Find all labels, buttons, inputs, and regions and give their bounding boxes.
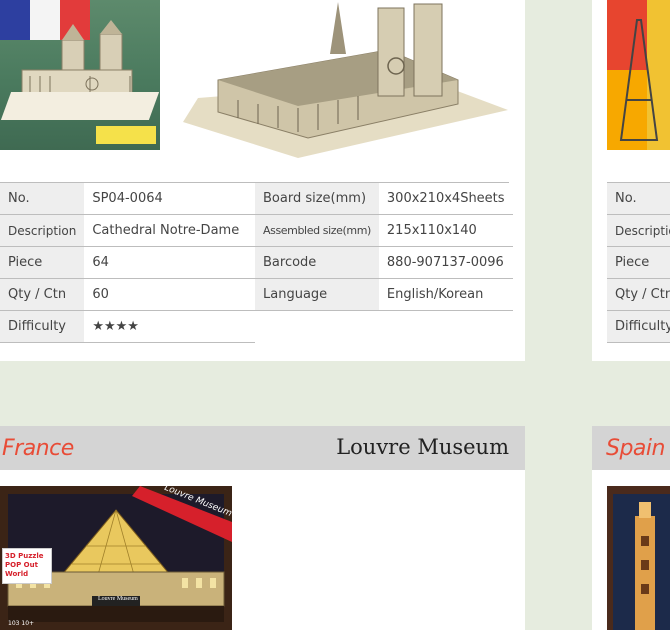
spec-key: Piece [607, 246, 670, 279]
spec-key: No. [0, 183, 85, 215]
table-row: Difficulty ★★★★ [0, 310, 255, 343]
spec-key: Qty / Ctn [607, 278, 670, 311]
brand-text: 3D Puzzle POP Out World [5, 552, 44, 578]
table-row: Language English/Korean [255, 278, 513, 311]
eiffel-tower-icon [607, 0, 670, 150]
spec-key: Piece [0, 246, 85, 279]
country-label: Spain [606, 436, 665, 461]
box-piece: 103 [8, 620, 20, 627]
section-header-france: France Louvre Museum [0, 426, 525, 470]
product-box-image[interactable] [0, 0, 160, 150]
landmark-title: Louvre Museum [336, 435, 509, 459]
table-row: No. [607, 183, 670, 215]
table-row: Piece 64 [0, 246, 255, 279]
product-card-notre-dame: No. SP04-0064 Description Cathedral Notr… [0, 0, 525, 361]
box-info-label [96, 126, 156, 144]
table-row: Qty / Ctn 60 [0, 278, 255, 311]
table-row: No. SP04-0064 [0, 183, 255, 215]
difficulty-stars: ★★★★ [84, 310, 255, 343]
table-row: Barcode 880-907137-0096 [255, 246, 513, 279]
table-row: Description Cathedral Notre-Dame [0, 214, 255, 247]
table-row: Qty / Ctn [607, 278, 670, 311]
section-header-spain: Spain [592, 426, 670, 470]
spec-key: Difficulty [607, 310, 670, 343]
box-base [0, 92, 160, 120]
spec-table-next: No. Description Piece Qty / Ctn Difficul… [607, 183, 670, 343]
spec-table-left: No. SP04-0064 Description Cathedral Notr… [0, 183, 255, 343]
spain-box-image[interactable] [607, 486, 670, 630]
spec-table-right: Board size(mm) 300x210x4Sheets Assembled… [255, 183, 513, 311]
box-name-text: Louvre Museum [98, 596, 138, 602]
spec-value: 880-907137-0096 [378, 246, 513, 279]
spec-key: Difficulty [0, 310, 85, 343]
spec-key: Board size(mm) [255, 183, 379, 215]
spec-key: Qty / Ctn [0, 278, 85, 311]
giralda-tower-icon [607, 486, 670, 630]
spec-key: No. [607, 183, 670, 215]
assembled-model-image[interactable] [178, 0, 508, 160]
spec-value: English/Korean [378, 278, 513, 311]
country-label: France [2, 436, 74, 461]
spec-value: SP04-0064 [84, 183, 255, 215]
spec-key: Language [255, 278, 379, 311]
box-info: 103 10+ [8, 620, 34, 627]
spec-value: 60 [84, 278, 255, 311]
spec-key: Description [607, 214, 670, 247]
spec-key: Assembled size(mm) [255, 214, 379, 247]
table-row: Assembled size(mm) 215x110x140 [255, 214, 513, 247]
spec-value: 300x210x4Sheets [378, 183, 513, 215]
spec-value: Cathedral Notre-Dame [84, 214, 255, 247]
louvre-box-image[interactable]: Louvre Museum Louvre Museum 3D Puzzle PO… [0, 486, 232, 630]
brand-badge: 3D Puzzle POP Out World [2, 548, 52, 584]
table-row: Description [607, 214, 670, 247]
table-row: Difficulty [607, 310, 670, 343]
spec-value: 215x110x140 [378, 214, 513, 247]
spec-key: Barcode [255, 246, 379, 279]
table-row: Board size(mm) 300x210x4Sheets [255, 183, 513, 215]
table-row: Piece [607, 246, 670, 279]
product-box-image-next[interactable] [607, 0, 670, 150]
spec-value: 64 [84, 246, 255, 279]
spec-key: Description [0, 214, 85, 247]
box-age: 10+ [21, 620, 35, 627]
